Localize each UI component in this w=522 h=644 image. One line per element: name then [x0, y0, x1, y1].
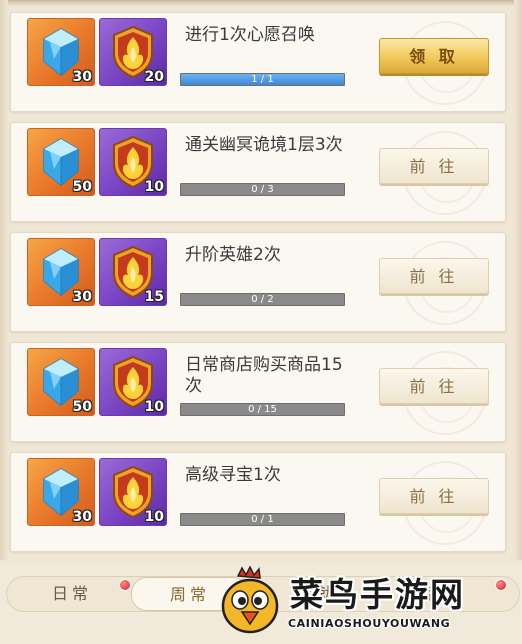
reward-gem-slot[interactable]: 50 — [27, 348, 95, 416]
reward-crest-slot[interactable]: 10 — [99, 128, 167, 196]
task-title: 进行1次心愿召唤 — [185, 25, 315, 45]
task-title: 通关幽冥诡境1层3次 — [185, 135, 343, 155]
task-progress-bar: 0 / 1 — [180, 513, 345, 526]
task-progress-bar: 1 / 1 — [180, 73, 345, 86]
task-progress-text: 0 / 1 — [251, 514, 274, 525]
daily-badge-dot-icon — [119, 579, 131, 591]
task-title: 日常商店购买商品15次 — [185, 355, 343, 396]
reward-gem-count: 50 — [72, 179, 92, 195]
watermark-title: 菜鸟手游网 — [290, 575, 465, 614]
left-side-decoration — [0, 0, 8, 560]
reward-gem-slot[interactable]: 30 — [27, 18, 95, 86]
task-card: 30 20 进行1次心愿召唤 1 / 1 领 取 — [10, 12, 506, 112]
reward-crest-slot[interactable]: 15 — [99, 238, 167, 306]
reward-crest-count: 10 — [144, 509, 164, 525]
reward-crest-count: 10 — [144, 179, 164, 195]
reward-crest-count: 15 — [144, 289, 164, 305]
reward-gem-count: 50 — [72, 399, 92, 415]
go-button[interactable]: 前 往 — [379, 368, 489, 404]
bird-mascot-icon — [221, 566, 279, 634]
task-title: 高级寻宝1次 — [185, 465, 281, 485]
task-card: 30 15 升阶英雄2次 0 / 2 前 往 — [10, 232, 506, 332]
reward-crest-slot[interactable]: 20 — [99, 18, 167, 86]
tab-label: 周常 — [169, 585, 210, 604]
go-button[interactable]: 前 往 — [379, 478, 489, 514]
task-progress-text: 0 / 15 — [248, 404, 277, 415]
reward-crest-count: 10 — [144, 399, 164, 415]
reward-crest-slot[interactable]: 10 — [99, 458, 167, 526]
task-progress-bar: 0 / 3 — [180, 183, 345, 196]
reward-crest-slot[interactable]: 10 — [99, 348, 167, 416]
reward-gem-count: 30 — [72, 69, 92, 85]
task-card: 30 10 高级寻宝1次 0 / 1 前 往 — [10, 452, 506, 552]
reward-gem-count: 30 — [72, 289, 92, 305]
go-button[interactable]: 前 往 — [379, 258, 489, 294]
reward-crest-count: 20 — [144, 69, 164, 85]
site-watermark: 菜鸟手游网 CAINIAOSHOUYOUWANG — [214, 566, 520, 638]
task-progress-bar: 0 / 2 — [180, 293, 345, 306]
task-title: 升阶英雄2次 — [185, 245, 281, 265]
task-progress-bar: 0 / 15 — [180, 403, 345, 416]
reward-gem-slot[interactable]: 30 — [27, 458, 95, 526]
task-card: 50 10 通关幽冥诡境1层3次 0 / 3 前 往 — [10, 122, 506, 222]
task-card: 50 10 日常商店购买商品15次 0 / 15 前 往 — [10, 342, 506, 442]
claim-button[interactable]: 领 取 — [379, 38, 489, 74]
tab-label: 日常 — [51, 584, 92, 603]
reward-gem-count: 30 — [72, 509, 92, 525]
reward-gem-slot[interactable]: 30 — [27, 238, 95, 306]
task-progress-text: 0 / 2 — [251, 294, 274, 305]
task-progress-text: 1 / 1 — [251, 74, 274, 85]
reward-gem-slot[interactable]: 50 — [27, 128, 95, 196]
top-border — [0, 0, 522, 6]
task-progress-text: 0 / 3 — [251, 184, 274, 195]
tab-daily[interactable]: 日常 — [27, 577, 117, 611]
go-button[interactable]: 前 往 — [379, 148, 489, 184]
watermark-subtitle: CAINIAOSHOUYOUWANG — [288, 617, 451, 630]
right-side-decoration — [514, 0, 522, 560]
